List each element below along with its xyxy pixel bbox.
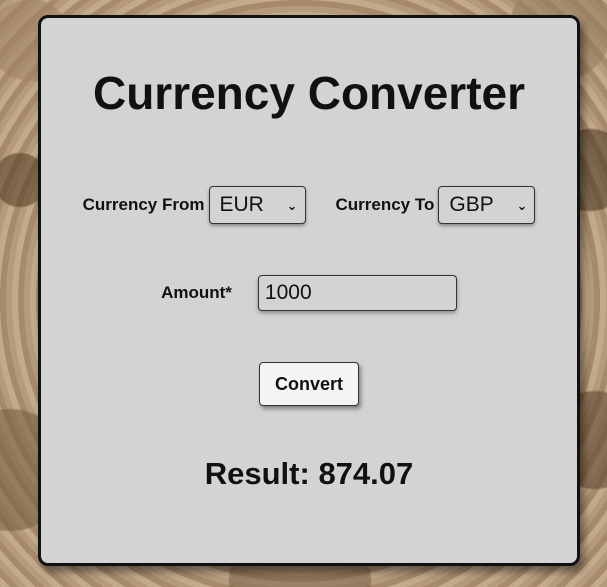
page-title: Currency Converter — [92, 67, 526, 119]
currency-to-value: GBP — [449, 193, 494, 216]
currency-to-label: Currency To — [335, 195, 435, 214]
result-text: Result: 874.07 — [41, 456, 577, 492]
currency-from-select[interactable]: EUR ⌄ — [208, 186, 306, 224]
chevron-down-icon: ⌄ — [516, 198, 528, 213]
amount-row: Amount* — [41, 275, 577, 311]
result-value: 874.07 — [318, 456, 414, 491]
currency-from-value: EUR — [219, 193, 264, 216]
converter-card: Currency Converter Currency From EUR ⌄ C… — [38, 15, 580, 566]
result-label: Result: — [204, 456, 310, 491]
currency-to-select[interactable]: GBP ⌄ — [438, 186, 536, 224]
chevron-down-icon: ⌄ — [286, 198, 298, 213]
amount-input[interactable] — [257, 275, 457, 311]
amount-label: Amount* — [161, 283, 232, 302]
currency-row: Currency From EUR ⌄ Currency To GBP ⌄ — [41, 185, 577, 225]
convert-button[interactable]: Convert — [259, 362, 359, 406]
currency-from-label: Currency From — [82, 195, 205, 214]
